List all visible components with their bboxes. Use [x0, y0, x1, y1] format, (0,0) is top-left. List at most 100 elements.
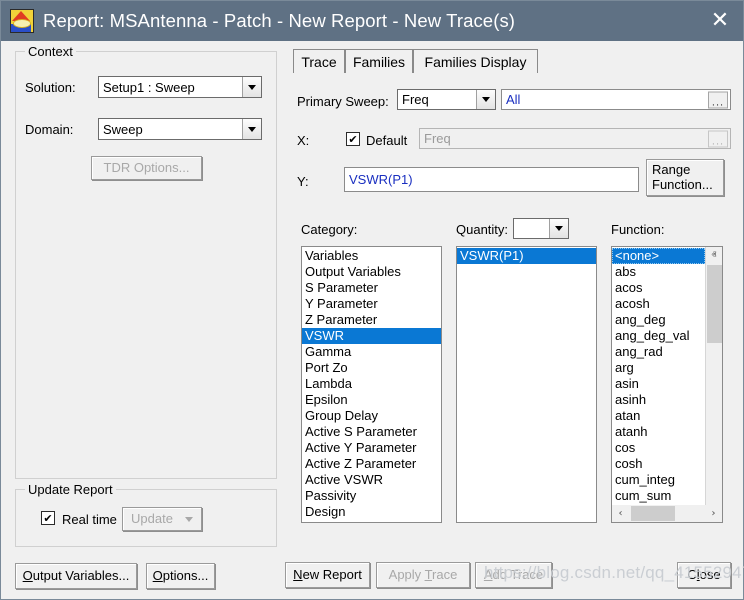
list-item[interactable]: Gamma: [302, 344, 441, 360]
solution-combo[interactable]: Setup1 : Sweep: [98, 76, 262, 98]
x-label: X:: [297, 133, 309, 148]
list-item[interactable]: <none>: [612, 248, 705, 264]
title-bar: Report: MSAntenna - Patch - New Report -…: [1, 1, 743, 41]
function-list-vertical-scrollbar[interactable]: ⱏ ⱟ: [705, 247, 722, 507]
category-label: Category:: [301, 222, 357, 237]
output-variables-mnemonic: O: [23, 568, 33, 583]
primary-sweep-combo[interactable]: Freq: [397, 89, 496, 110]
primary-sweep-combo-value: Freq: [398, 92, 476, 107]
list-item[interactable]: VSWR(P1): [457, 248, 596, 264]
list-item[interactable]: Active VSWR: [302, 472, 441, 488]
range-function-button[interactable]: Range Function...: [646, 159, 724, 196]
function-list-horizontal-scrollbar[interactable]: ‹ ›: [612, 505, 722, 522]
new-report-mnemonic: N: [293, 567, 302, 582]
list-item[interactable]: Active Z Parameter: [302, 456, 441, 472]
update-button: Update: [122, 507, 202, 531]
chevron-down-icon[interactable]: [549, 219, 568, 238]
realtime-checkbox[interactable]: [41, 511, 55, 525]
update-report-group-title: Update Report: [25, 482, 116, 497]
range-function-line1: Range: [652, 163, 690, 178]
category-listbox[interactable]: Variables Output Variables S Parameter Y Pa…: [301, 246, 442, 523]
list-item[interactable]: Variables: [302, 248, 441, 264]
list-item[interactable]: atan: [612, 408, 705, 424]
list-item[interactable]: abs: [612, 264, 705, 280]
list-item[interactable]: S Parameter: [302, 280, 441, 296]
list-item[interactable]: cum_sum: [612, 488, 705, 504]
y-expression-value: VSWR(P1): [349, 172, 413, 187]
realtime-label: Real time: [62, 512, 117, 527]
list-item[interactable]: cosh: [612, 456, 705, 472]
x-expression-value: Freq: [424, 131, 451, 146]
list-item[interactable]: Epsilon: [302, 392, 441, 408]
chevron-down-icon[interactable]: [476, 90, 495, 109]
new-report-button[interactable]: New Report: [285, 562, 370, 588]
quantity-label: Quantity:: [456, 222, 508, 237]
x-default-label: Default: [366, 133, 407, 148]
options-mnemonic: O: [153, 568, 163, 583]
scroll-right-icon[interactable]: ›: [705, 505, 722, 522]
list-item[interactable]: Z Parameter: [302, 312, 441, 328]
scroll-up-icon[interactable]: ⱏ: [706, 247, 722, 264]
list-item[interactable]: Passivity: [302, 488, 441, 504]
list-item[interactable]: arg: [612, 360, 705, 376]
options-button[interactable]: Options...: [146, 563, 215, 589]
list-item[interactable]: asinh: [612, 392, 705, 408]
chevron-down-icon: [185, 517, 193, 522]
list-item[interactable]: Active S Parameter: [302, 424, 441, 440]
chevron-down-icon[interactable]: [242, 119, 261, 139]
context-group: Context Solution: Setup1 : Sweep Domain:…: [15, 51, 277, 479]
hfss-app-icon: [10, 9, 34, 33]
y-expression-field[interactable]: VSWR(P1): [344, 167, 639, 192]
update-button-label: Update: [131, 512, 173, 527]
list-item[interactable]: asin: [612, 376, 705, 392]
list-item[interactable]: cos: [612, 440, 705, 456]
tdr-options-button: TDR Options...: [91, 156, 202, 180]
domain-label: Domain:: [25, 122, 73, 137]
quantity-listbox[interactable]: VSWR(P1): [456, 246, 597, 523]
primary-sweep-label: Primary Sweep:: [297, 94, 389, 109]
output-variables-button[interactable]: Output Variables...: [15, 563, 137, 589]
list-item[interactable]: Lambda: [302, 376, 441, 392]
chevron-down-icon[interactable]: [242, 77, 261, 97]
y-label: Y:: [297, 174, 309, 189]
list-item[interactable]: Y Parameter: [302, 296, 441, 312]
horizontal-scroll-thumb[interactable]: [631, 506, 675, 521]
window-title: Report: MSAntenna - Patch - New Report -…: [43, 10, 515, 32]
update-report-group: Update Report Real time Update: [15, 489, 277, 547]
context-group-title: Context: [25, 44, 76, 59]
x-expression-field: Freq ...: [419, 128, 731, 149]
vertical-scroll-thumb[interactable]: [707, 265, 722, 343]
list-item[interactable]: atanh: [612, 424, 705, 440]
x-browse-button: ...: [708, 130, 728, 147]
scroll-left-icon[interactable]: ‹: [612, 505, 629, 522]
list-item[interactable]: Group Delay: [302, 408, 441, 424]
domain-combo[interactable]: Sweep: [98, 118, 262, 140]
primary-sweep-range-field[interactable]: All ...: [501, 89, 731, 110]
x-default-checkbox[interactable]: [346, 132, 360, 146]
list-item[interactable]: acos: [612, 280, 705, 296]
tab-trace[interactable]: Trace: [293, 49, 345, 74]
primary-sweep-range-value: All: [506, 92, 520, 107]
output-variables-button-label: utput Variables...: [33, 568, 130, 583]
watermark-text: https://blog.csdn.net/qq_41552947: [484, 563, 744, 583]
list-item[interactable]: VSWR: [302, 328, 441, 344]
tab-families[interactable]: Families: [345, 49, 413, 74]
list-item[interactable]: Port Zo: [302, 360, 441, 376]
report-dialog: Report: MSAntenna - Patch - New Report -…: [0, 0, 744, 600]
list-item[interactable]: Active Y Parameter: [302, 440, 441, 456]
primary-sweep-range-browse-button[interactable]: ...: [708, 91, 728, 108]
list-item[interactable]: acosh: [612, 296, 705, 312]
list-item[interactable]: cum_integ: [612, 472, 705, 488]
list-item[interactable]: Output Variables: [302, 264, 441, 280]
tab-underline: [293, 73, 733, 74]
close-icon[interactable]: ✕: [697, 1, 743, 41]
tab-families-display[interactable]: Families Display: [413, 49, 538, 74]
list-item[interactable]: ang_rad: [612, 344, 705, 360]
function-listbox[interactable]: <none> abs acos acosh ang_deg ang_deg_val ang_…: [611, 246, 723, 523]
list-item[interactable]: Design: [302, 504, 441, 520]
solution-label: Solution:: [25, 80, 76, 95]
list-item[interactable]: ang_deg: [612, 312, 705, 328]
solution-combo-value: Setup1 : Sweep: [99, 80, 242, 95]
list-item[interactable]: ang_deg_val: [612, 328, 705, 344]
quantity-combo[interactable]: [513, 218, 569, 239]
